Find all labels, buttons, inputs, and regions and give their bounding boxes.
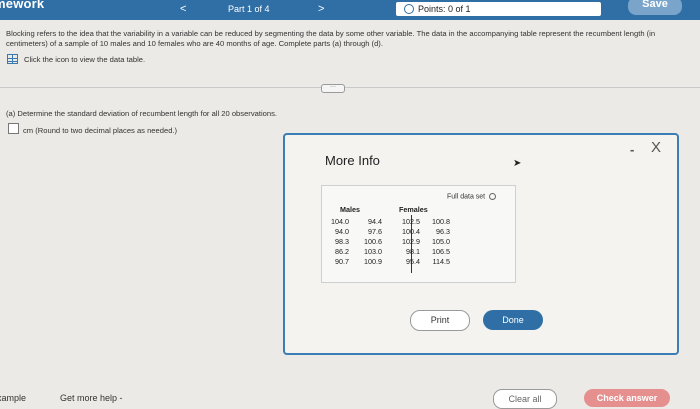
next-part-button[interactable]: > xyxy=(318,3,324,15)
part-indicator: Part 1 of 4 xyxy=(228,4,270,14)
table-cell: 97.6 xyxy=(368,227,382,236)
table-cell: 100.6 xyxy=(364,237,382,246)
table-cell: 105.0 xyxy=(432,237,450,246)
table-cell: 102.9 xyxy=(402,237,420,246)
top-bar: mework < Part 1 of 4 > Points: 0 of 1 ⚙ … xyxy=(0,0,700,20)
done-button[interactable]: Done xyxy=(483,310,543,330)
expand-toggle-icon[interactable]: ··· xyxy=(321,84,345,93)
question-prompt: (a) Determine the standard deviation of … xyxy=(6,109,277,118)
answer-unit-hint: cm (Round to two decimal places as neede… xyxy=(23,126,178,135)
get-more-help-button[interactable]: Get more help - xyxy=(60,393,123,403)
brand-label: mework xyxy=(0,0,45,11)
points-badge: Points: 0 of 1 xyxy=(396,2,601,16)
table-cell: 100.8 xyxy=(432,217,450,226)
table-cell: 94.0 xyxy=(335,227,349,236)
table-cell: 100.4 xyxy=(402,227,420,236)
full-data-set-text: Full data set xyxy=(447,193,486,201)
example-link[interactable]: xample xyxy=(0,393,26,403)
males-header: Males xyxy=(340,205,360,214)
copy-icon[interactable] xyxy=(489,193,497,200)
answer-input[interactable] xyxy=(8,123,19,134)
gear-icon[interactable]: ⚙ xyxy=(592,3,601,14)
problem-statement: Blocking refers to the idea that the var… xyxy=(6,29,656,48)
print-button[interactable]: Print xyxy=(410,310,470,331)
divider xyxy=(0,87,700,88)
table-cell: 94.4 xyxy=(368,217,382,226)
minimize-icon[interactable]: - xyxy=(630,142,634,157)
table-cell: 114.5 xyxy=(432,257,450,266)
more-info-dialog: More Info - X ➤ Full data set Males Fema… xyxy=(283,133,679,355)
table-cell: 106.5 xyxy=(432,247,450,256)
data-table-icon[interactable] xyxy=(7,54,18,64)
table-cell: 103.0 xyxy=(364,247,382,256)
clear-all-button[interactable]: Clear all xyxy=(493,389,557,409)
close-icon[interactable]: X xyxy=(651,139,661,156)
dialog-title: More Info xyxy=(325,153,380,168)
points-circle-icon xyxy=(404,4,414,14)
females-header: Females xyxy=(399,205,428,214)
table-cell: 102.5 xyxy=(402,217,420,226)
data-table-link[interactable]: Click the icon to view the data table. xyxy=(24,55,145,64)
mouse-cursor-icon: ➤ xyxy=(513,158,522,169)
save-button[interactable]: Save xyxy=(628,0,682,15)
points-label: Points: 0 of 1 xyxy=(418,4,471,14)
table-cell: 96.3 xyxy=(436,227,450,236)
table-cell: 90.7 xyxy=(335,257,349,266)
table-cell: 104.0 xyxy=(331,217,349,226)
check-answer-button[interactable]: Check answer xyxy=(584,389,670,407)
full-data-set-label[interactable]: Full data set xyxy=(447,193,497,201)
table-cell: 95.4 xyxy=(406,257,420,266)
table-cell: 100.9 xyxy=(364,257,382,266)
table-cell: 98.3 xyxy=(335,237,349,246)
table-cell: 86.2 xyxy=(335,247,349,256)
previous-part-button[interactable]: < xyxy=(180,3,186,15)
table-cell: 98.1 xyxy=(406,247,420,256)
